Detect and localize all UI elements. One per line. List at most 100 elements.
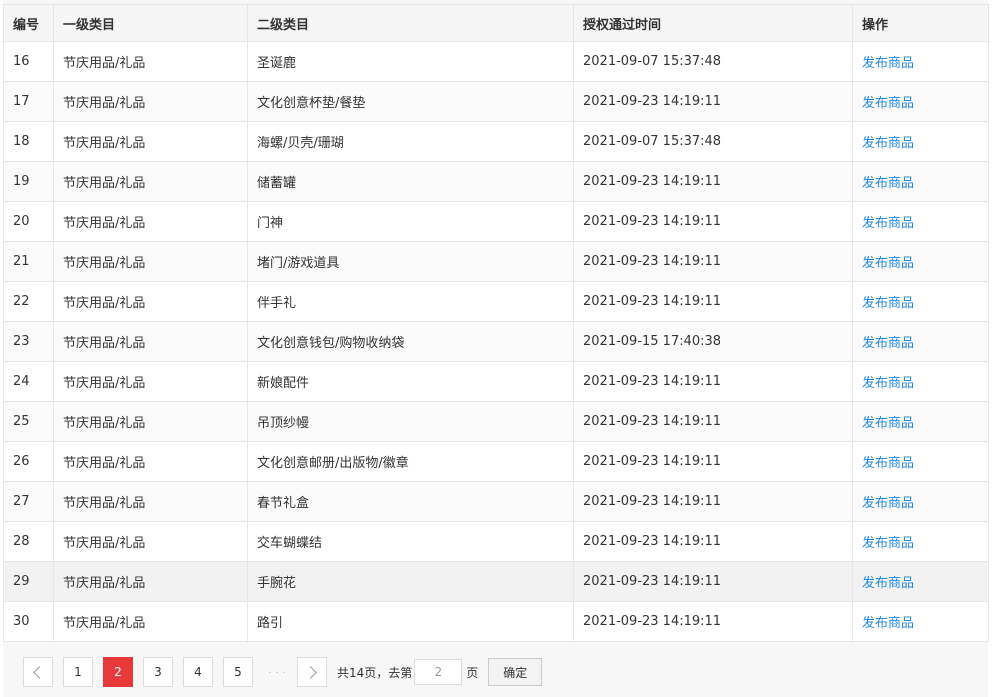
page-button-5[interactable]: 5 <box>223 657 253 687</box>
cell-action: 发布商品 <box>852 81 989 122</box>
cell-category-1: 节庆用品/礼品 <box>53 41 248 82</box>
cell-category-2: 手腕花 <box>247 561 574 602</box>
table-row: 18 节庆用品/礼品 海螺/贝壳/珊瑚 2021-09-07 15:37:48 发布商品 <box>3 121 989 162</box>
cell-auth-time: 2021-09-23 14:19:11 <box>573 361 853 402</box>
cell-category-2: 储蓄罐 <box>247 161 574 202</box>
table-row: 16 节庆用品/礼品 圣诞鹿 2021-09-07 15:37:48 发布商品 <box>3 41 989 82</box>
publish-product-link[interactable]: 发布商品 <box>862 296 914 311</box>
publish-product-link[interactable]: 发布商品 <box>862 376 914 391</box>
cell-id: 21 <box>3 241 54 282</box>
publish-product-link[interactable]: 发布商品 <box>862 536 914 551</box>
publish-product-link[interactable]: 发布商品 <box>862 176 914 191</box>
cell-action: 发布商品 <box>852 481 989 522</box>
cell-id: 18 <box>3 121 54 162</box>
cell-action: 发布商品 <box>852 161 989 202</box>
chevron-left-icon <box>33 665 46 679</box>
table-row: 25 节庆用品/礼品 吊顶纱幔 2021-09-23 14:19:11 发布商品 <box>3 401 989 442</box>
cell-auth-time: 2021-09-23 14:19:11 <box>573 561 853 602</box>
cell-category-1: 节庆用品/礼品 <box>53 81 248 122</box>
publish-product-link[interactable]: 发布商品 <box>862 336 914 351</box>
goto-page-input[interactable] <box>414 659 463 685</box>
cell-id: 23 <box>3 321 54 362</box>
cell-action: 发布商品 <box>852 361 989 402</box>
prev-page-button[interactable] <box>23 657 53 687</box>
publish-product-link[interactable]: 发布商品 <box>862 416 914 431</box>
publish-product-link[interactable]: 发布商品 <box>862 136 914 151</box>
table-row: 23 节庆用品/礼品 文化创意钱包/购物收纳袋 2021-09-15 17:40:38… <box>3 321 989 362</box>
cell-action: 发布商品 <box>852 441 989 482</box>
page-suffix-text: 页 <box>466 665 479 680</box>
cell-category-2: 文化创意杯垫/餐垫 <box>247 81 574 122</box>
cell-category-2: 新娘配件 <box>247 361 574 402</box>
page-button-4[interactable]: 4 <box>183 657 213 687</box>
cell-id: 27 <box>3 481 54 522</box>
cell-action: 发布商品 <box>852 401 989 442</box>
cell-action: 发布商品 <box>852 561 989 602</box>
list-panel: 编号 一级类目 二级类目 授权通过时间 操作 16 节庆用品/礼品 圣诞鹿 2021-… <box>3 0 989 697</box>
cell-auth-time: 2021-09-23 14:19:11 <box>573 481 853 522</box>
table-row: 22 节庆用品/礼品 伴手礼 2021-09-23 14:19:11 发布商品 <box>3 281 989 322</box>
cell-category-1: 节庆用品/礼品 <box>53 481 248 522</box>
cell-category-2: 路引 <box>247 601 574 642</box>
cell-category-2: 吊顶纱幔 <box>247 401 574 442</box>
cell-category-1: 节庆用品/礼品 <box>53 241 248 282</box>
table-row: 26 节庆用品/礼品 文化创意邮册/出版物/徽章 2021-09-23 14:19:1… <box>3 441 989 482</box>
table-header-row: 编号 一级类目 二级类目 授权通过时间 操作 <box>3 4 989 42</box>
cell-id: 29 <box>3 561 54 602</box>
publish-product-link[interactable]: 发布商品 <box>862 96 914 111</box>
cell-action: 发布商品 <box>852 281 989 322</box>
cell-auth-time: 2021-09-07 15:37:48 <box>573 121 853 162</box>
cell-category-1: 节庆用品/礼品 <box>53 121 248 162</box>
cell-action: 发布商品 <box>852 321 989 362</box>
publish-product-link[interactable]: 发布商品 <box>862 576 914 591</box>
cell-auth-time: 2021-09-23 14:19:11 <box>573 281 853 322</box>
cell-auth-time: 2021-09-23 14:19:11 <box>573 201 853 242</box>
cell-auth-time: 2021-09-23 14:19:11 <box>573 521 853 562</box>
cell-category-1: 节庆用品/礼品 <box>53 441 248 482</box>
cell-category-2: 门神 <box>247 201 574 242</box>
pagination: 1 2 3 4 5 · · · 共14页，去第 页 确定 <box>23 656 543 688</box>
cell-category-2: 春节礼盒 <box>247 481 574 522</box>
cell-auth-time: 2021-09-23 14:19:11 <box>573 241 853 282</box>
page-button-3[interactable]: 3 <box>143 657 173 687</box>
cell-auth-time: 2021-09-23 14:19:11 <box>573 81 853 122</box>
table-row: 21 节庆用品/礼品 堵门/游戏道具 2021-09-23 14:19:11 发布商品 <box>3 241 989 282</box>
cell-action: 发布商品 <box>852 201 989 242</box>
cell-category-1: 节庆用品/礼品 <box>53 521 248 562</box>
pagination-ellipsis: · · · <box>268 665 286 679</box>
publish-product-link[interactable]: 发布商品 <box>862 496 914 511</box>
confirm-button[interactable]: 确定 <box>488 658 543 686</box>
page-button-1[interactable]: 1 <box>63 657 93 687</box>
col-header-action: 操作 <box>852 4 989 42</box>
cell-id: 16 <box>3 41 54 82</box>
cell-auth-time: 2021-09-23 14:19:11 <box>573 161 853 202</box>
cell-id: 24 <box>3 361 54 402</box>
cell-id: 22 <box>3 281 54 322</box>
cell-action: 发布商品 <box>852 601 989 642</box>
col-header-time: 授权通过时间 <box>573 4 853 42</box>
cell-category-2: 伴手礼 <box>247 281 574 322</box>
cell-id: 28 <box>3 521 54 562</box>
cell-category-1: 节庆用品/礼品 <box>53 161 248 202</box>
page-button-2[interactable]: 2 <box>103 657 133 687</box>
publish-product-link[interactable]: 发布商品 <box>862 456 914 471</box>
publish-product-link[interactable]: 发布商品 <box>862 256 914 271</box>
cell-id: 20 <box>3 201 54 242</box>
cell-action: 发布商品 <box>852 41 989 82</box>
publish-product-link[interactable]: 发布商品 <box>862 216 914 231</box>
cell-id: 30 <box>3 601 54 642</box>
cell-category-1: 节庆用品/礼品 <box>53 201 248 242</box>
table-row: 28 节庆用品/礼品 交车蝴蝶结 2021-09-23 14:19:11 发布商品 <box>3 521 989 562</box>
cell-action: 发布商品 <box>852 521 989 562</box>
col-header-cat2: 二级类目 <box>247 4 574 42</box>
publish-product-link[interactable]: 发布商品 <box>862 616 914 631</box>
cell-auth-time: 2021-09-23 14:19:11 <box>573 601 853 642</box>
table-row: 20 节庆用品/礼品 门神 2021-09-23 14:19:11 发布商品 <box>3 201 989 242</box>
cell-action: 发布商品 <box>852 121 989 162</box>
cell-category-1: 节庆用品/礼品 <box>53 281 248 322</box>
category-table: 编号 一级类目 二级类目 授权通过时间 操作 16 节庆用品/礼品 圣诞鹿 2021-… <box>3 4 989 642</box>
table-row: 24 节庆用品/礼品 新娘配件 2021-09-23 14:19:11 发布商品 <box>3 361 989 402</box>
cell-category-1: 节庆用品/礼品 <box>53 401 248 442</box>
publish-product-link[interactable]: 发布商品 <box>862 56 914 71</box>
next-page-button[interactable] <box>297 657 327 687</box>
